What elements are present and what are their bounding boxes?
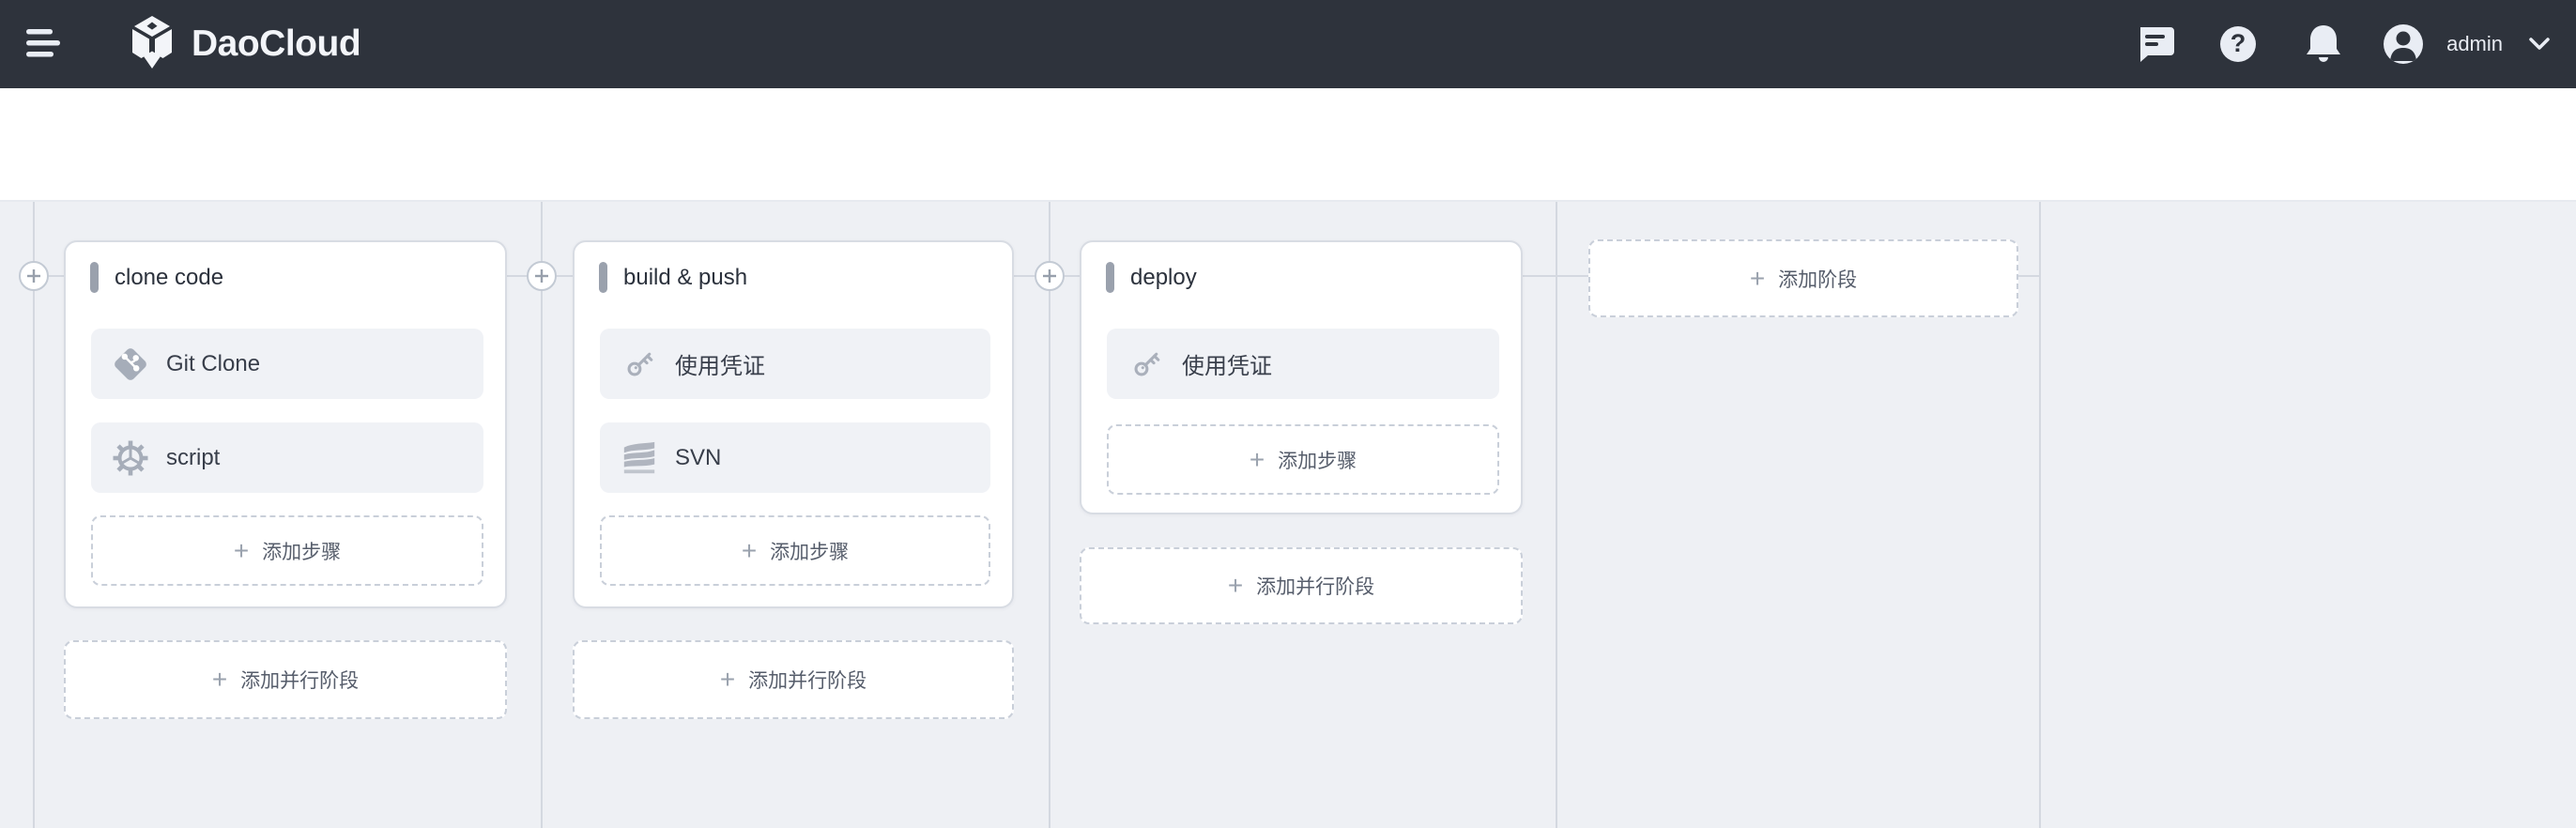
- help-icon[interactable]: ?: [2219, 25, 2257, 63]
- stage-card-build-push[interactable]: build & push 使用凭证 SVN + 添加步骤: [573, 240, 1014, 608]
- add-step-button[interactable]: + 添加步骤: [1107, 424, 1499, 495]
- stage-rail: [1556, 202, 1557, 828]
- user-avatar[interactable]: [2383, 23, 2424, 65]
- insert-stage-button[interactable]: [1035, 261, 1065, 291]
- stage-header: clone code: [90, 262, 505, 293]
- stage-header: build & push: [599, 262, 1012, 293]
- stage-card-clone-code[interactable]: clone code Git Clone script + 添加步骤: [64, 240, 507, 608]
- plus-icon: +: [1749, 263, 1766, 293]
- stage-rail: [1049, 202, 1050, 828]
- svg-text:?: ?: [2231, 29, 2246, 57]
- step-git-clone[interactable]: Git Clone: [91, 329, 483, 399]
- svn-icon: [621, 439, 658, 477]
- step-script[interactable]: script: [91, 422, 483, 493]
- add-parallel-stage-button[interactable]: + 添加并行阶段: [64, 640, 507, 719]
- stage-name: deploy: [1130, 264, 1197, 290]
- stage-rail: [2039, 202, 2041, 828]
- messages-icon[interactable]: [2137, 23, 2175, 65]
- username-label: admin: [2446, 32, 2503, 55]
- step-label: 使用凭证: [675, 354, 765, 379]
- add-step-button[interactable]: + 添加步骤: [600, 515, 990, 586]
- plus-icon: +: [211, 665, 228, 694]
- git-icon: [112, 345, 149, 383]
- stage-handle-icon: [90, 262, 99, 293]
- step-svn[interactable]: SVN: [600, 422, 990, 493]
- insert-stage-button[interactable]: [527, 261, 557, 291]
- gear-icon: [112, 439, 149, 477]
- insert-stage-button[interactable]: [19, 261, 49, 291]
- plus-icon: +: [233, 535, 250, 565]
- step-label: 使用凭证: [1182, 354, 1272, 379]
- key-icon: [621, 345, 658, 383]
- plus-icon: +: [1227, 571, 1244, 600]
- key-icon: [1127, 345, 1165, 383]
- add-stage-button[interactable]: + 添加阶段: [1588, 239, 2018, 317]
- add-parallel-stage-button[interactable]: + 添加并行阶段: [573, 640, 1014, 719]
- navbar-right: ? admin: [2137, 0, 2550, 88]
- step-label: script: [166, 444, 221, 470]
- step-use-credential[interactable]: 使用凭证: [600, 329, 990, 399]
- add-step-label: 添加步骤: [770, 541, 850, 563]
- page-header: 编辑流水线: test-ruby-git-mcgqsk </> 缓存配置 环境变…: [0, 88, 2576, 258]
- add-parallel-stage-button[interactable]: + 添加并行阶段: [1080, 547, 1523, 624]
- step-label: SVN: [675, 444, 722, 470]
- stage-handle-icon: [599, 262, 607, 293]
- brand-name: DaoCloud: [192, 23, 361, 64]
- add-parallel-stage-label: 添加并行阶段: [240, 670, 360, 692]
- plus-icon: +: [719, 665, 736, 694]
- stage-name: clone code: [115, 264, 224, 290]
- stage-handle-icon: [1106, 262, 1114, 293]
- add-stage-label: 添加阶段: [1778, 268, 1858, 291]
- plus-icon: +: [1249, 444, 1265, 474]
- menu-icon[interactable]: [25, 25, 63, 63]
- add-parallel-stage-label: 添加并行阶段: [748, 670, 867, 692]
- add-step-button[interactable]: + 添加步骤: [91, 515, 483, 586]
- stage-name: build & push: [623, 264, 748, 290]
- step-use-credential[interactable]: 使用凭证: [1107, 329, 1499, 399]
- add-step-label: 添加步骤: [1278, 450, 1357, 472]
- stage-card-deploy[interactable]: deploy 使用凭证 + 添加步骤: [1080, 240, 1523, 514]
- user-menu-chevron-down-icon[interactable]: [2529, 38, 2550, 51]
- stage-rail: [541, 202, 543, 828]
- brand-logo[interactable]: DaoCloud: [128, 0, 361, 88]
- add-step-label: 添加步骤: [262, 541, 342, 563]
- add-parallel-stage-label: 添加并行阶段: [1256, 576, 1375, 598]
- pipeline-canvas: clone code Git Clone script + 添加步骤 build…: [0, 202, 2576, 828]
- stage-rail: [33, 202, 35, 828]
- plus-icon: +: [741, 535, 758, 565]
- top-navbar: DaoCloud ? admin: [0, 0, 2576, 88]
- notifications-bell-icon[interactable]: [2304, 23, 2343, 65]
- daocloud-cube-icon: [128, 15, 176, 74]
- stage-header: deploy: [1106, 262, 1521, 293]
- step-label: Git Clone: [166, 350, 261, 376]
